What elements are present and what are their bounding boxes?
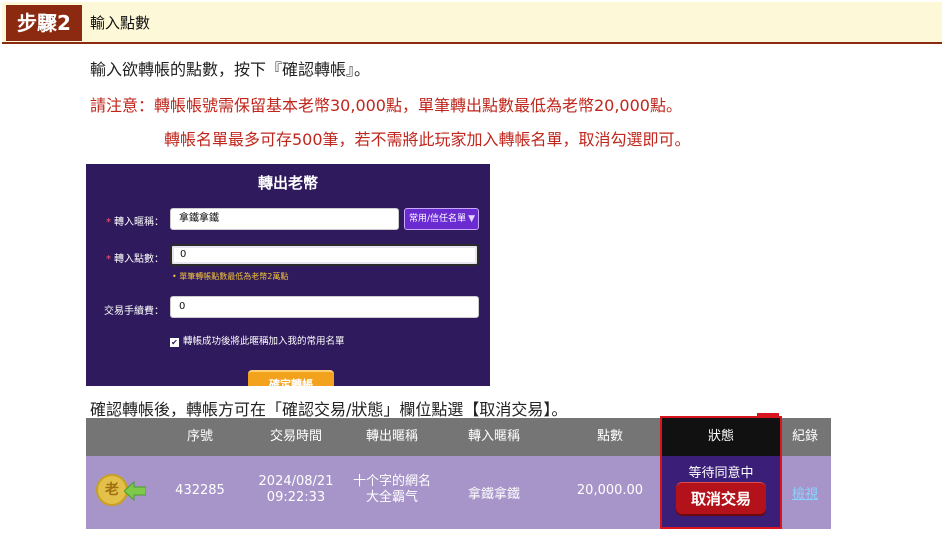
fee-label: 交易手續費： <box>104 306 164 317</box>
status-waiting: 等待同意中 <box>688 466 754 481</box>
nickname-label: * 轉入暱稱： <box>106 217 164 228</box>
header-id: 序號 <box>186 429 213 444</box>
warning-note-1: 請注意：轉帳帳號需保留基本老幣30,000點，單筆轉出點數最低為老幣20,000… <box>90 96 682 115</box>
favorite-list-label: 常用/信任名單 <box>409 214 467 224</box>
row-date: 2024/08/21 <box>258 474 334 489</box>
add-favorite-checkbox-row[interactable]: ✔ 轉帳成功後將此暱稱加入我的常用名單 <box>170 333 345 347</box>
header-record: 紀錄 <box>791 429 818 444</box>
row-from: 十个字的網名 大全霸气 <box>344 474 440 506</box>
header-points: 點數 <box>596 429 623 444</box>
instruction-text: 輸入欲轉帳的點數，按下『確認轉帳』。 <box>90 60 371 79</box>
confirm-transfer-button[interactable]: 確定轉帳 <box>248 370 334 386</box>
row-from-line1: 十个字的網名 <box>352 474 431 489</box>
step-badge: 步驟2 <box>6 5 82 41</box>
status-cell: 等待同意中 取消交易 <box>662 456 780 527</box>
chevron-down-icon: ▼ <box>468 214 475 224</box>
step-header: 步驟2 輸入點數 <box>2 2 942 44</box>
favorite-list-dropdown[interactable]: 常用/信任名單 ▼ <box>404 208 479 230</box>
points-hint: • 單筆轉帳點數最低為老幣2萬點 <box>172 272 289 281</box>
step-title: 輸入點數 <box>90 14 151 32</box>
view-record-link[interactable]: 檢視 <box>786 483 824 502</box>
row-time-value: 09:22:33 <box>266 490 326 505</box>
status-column-highlight: 狀態 等待同意中 取消交易 <box>660 416 782 529</box>
row-from-line2: 大全霸气 <box>365 490 418 505</box>
header-to: 轉入暱稱 <box>467 429 520 444</box>
row-id: 432285 <box>175 483 225 498</box>
fee-field: 0 <box>170 296 479 318</box>
transfer-form-panel: 轉出老幣 * 轉入暱稱： 拿鐵拿鐵 常用/信任名單 ▼ * 轉入點數： 0 • 單筆… <box>86 164 490 386</box>
warning-note-2: 轉帳名單最多可存500筆，若不需將此玩家加入轉帳名單，取消勾選即可。 <box>164 130 691 149</box>
row-to: 拿鐵拿鐵 <box>467 487 520 502</box>
points-label: * 轉入點數： <box>106 254 164 265</box>
header-from: 轉出暱稱 <box>365 429 418 444</box>
nickname-input[interactable]: 拿鐵拿鐵 <box>170 208 399 230</box>
cancel-instruction-text: 確認轉帳後，轉帳方可在「確認交易/狀態」欄位點選【取消交易】。 <box>90 400 568 419</box>
row-points: 20,000.00 <box>576 483 644 498</box>
header-time: 交易時間 <box>269 429 322 444</box>
row-time: 2024/08/21 09:22:33 <box>248 474 344 506</box>
checkbox-checked-icon[interactable]: ✔ <box>170 338 179 347</box>
cancel-transaction-button[interactable]: 取消交易 <box>676 482 766 514</box>
header-status: 狀態 <box>662 418 780 456</box>
checkbox-label: 轉帳成功後將此暱稱加入我的常用名單 <box>183 336 345 347</box>
points-input[interactable]: 0 <box>170 244 479 266</box>
arrow-left-icon <box>124 480 146 502</box>
form-title: 轉出老幣 <box>257 174 318 192</box>
transaction-table: 序號 交易時間 轉出暱稱 轉入暱稱 點數 紀錄 老 432285 2024/08… <box>86 416 831 529</box>
